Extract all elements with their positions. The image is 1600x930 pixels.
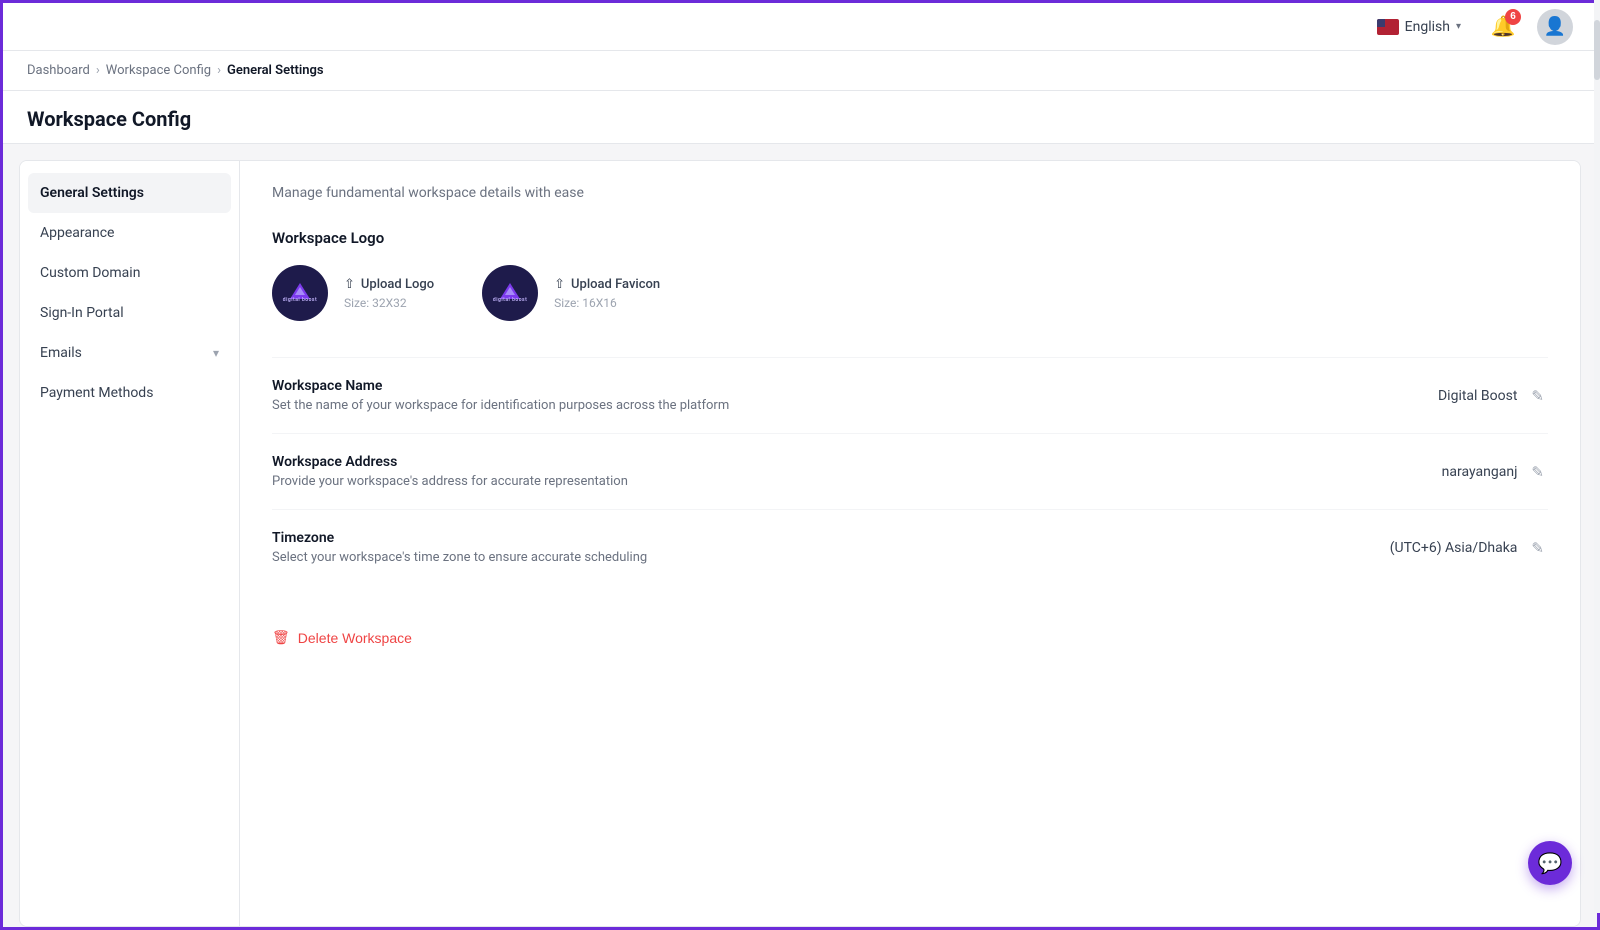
avatar-button[interactable]: 👤 — [1537, 9, 1573, 45]
content-description: Manage fundamental workspace details wit… — [272, 185, 1548, 201]
logo-section: digital boost ⇧ Upload Logo Size: 32X32 — [272, 265, 1548, 321]
sidebar-item-signin-portal[interactable]: Sign-In Portal — [20, 293, 239, 333]
timezone-label: Timezone — [272, 530, 647, 546]
timezone-edit-button[interactable]: ✎ — [1527, 535, 1548, 561]
workspace-name-desc: Set the name of your workspace for ident… — [272, 398, 729, 413]
workspace-name-value: Digital Boost — [1438, 388, 1517, 404]
workspace-name-row: Workspace Name Set the name of your work… — [272, 357, 1548, 433]
workspace-address-desc: Provide your workspace's address for acc… — [272, 474, 628, 489]
delete-section: 🗑 Delete Workspace — [272, 609, 1548, 646]
workspace-address-row: Workspace Address Provide your workspace… — [272, 433, 1548, 509]
workspace-address-info: Workspace Address Provide your workspace… — [272, 454, 628, 489]
logo-section-title: Workspace Logo — [272, 229, 1548, 247]
main-layout: General Settings Appearance Custom Domai… — [19, 160, 1581, 927]
page-header: Workspace Config — [3, 91, 1597, 144]
sidebar-label-appearance: Appearance — [40, 225, 114, 241]
sidebar-item-appearance[interactable]: Appearance — [20, 213, 239, 253]
favicon-triangle-inner-icon — [505, 287, 515, 295]
sidebar-label-payment-methods: Payment Methods — [40, 385, 153, 401]
logo-circle: digital boost — [272, 265, 328, 321]
sidebar-label-custom-domain: Custom Domain — [40, 265, 140, 281]
sidebar-item-general-settings[interactable]: General Settings — [28, 173, 231, 213]
upload-icon: ⇧ — [344, 277, 355, 292]
sidebar-label-emails: Emails — [40, 345, 82, 361]
favicon-circle: digital boost — [482, 265, 538, 321]
breadcrumb-workspace-config[interactable]: Workspace Config — [106, 63, 211, 78]
logo-upload-item: digital boost ⇧ Upload Logo Size: 32X32 — [272, 265, 434, 321]
flag-us-icon — [1377, 19, 1399, 35]
logo-brand-text: digital boost — [283, 297, 317, 303]
workspace-name-info: Workspace Name Set the name of your work… — [272, 378, 729, 413]
page-title: Workspace Config — [27, 107, 1573, 131]
logo-graphic: digital boost — [283, 283, 317, 303]
chat-icon: 💬 — [1538, 851, 1563, 875]
favicon-graphic: digital boost — [493, 283, 527, 303]
favicon-upload-icon: ⇧ — [554, 277, 565, 292]
breadcrumb-general-settings: General Settings — [227, 63, 324, 78]
sidebar-label-general-settings: General Settings — [40, 185, 144, 201]
emails-chevron-icon: ▾ — [213, 346, 219, 360]
language-label: English — [1405, 19, 1450, 35]
upload-logo-button[interactable]: ⇧ Upload Logo — [344, 277, 434, 292]
timezone-info: Timezone Select your workspace's time zo… — [272, 530, 647, 565]
trash-icon: 🗑 — [272, 629, 290, 646]
notification-button[interactable]: 🔔 6 — [1485, 9, 1521, 45]
workspace-address-value: narayanganj — [1442, 464, 1518, 480]
upload-logo-label: Upload Logo — [361, 277, 434, 292]
edit-icon: ✎ — [1531, 387, 1544, 405]
workspace-name-edit-button[interactable]: ✎ — [1527, 383, 1548, 409]
delete-workspace-button[interactable]: 🗑 Delete Workspace — [272, 629, 412, 646]
timezone-desc: Select your workspace's time zone to ens… — [272, 550, 647, 565]
upload-favicon-button[interactable]: ⇧ Upload Favicon — [554, 277, 660, 292]
workspace-address-value-area: narayanganj ✎ — [1348, 459, 1548, 485]
breadcrumb: Dashboard › Workspace Config › General S… — [3, 51, 1597, 91]
favicon-brand-text: digital boost — [493, 297, 527, 303]
workspace-name-label: Workspace Name — [272, 378, 729, 394]
sidebar-item-payment-methods[interactable]: Payment Methods — [20, 373, 239, 413]
timezone-edit-icon: ✎ — [1531, 539, 1544, 557]
notification-badge: 6 — [1505, 9, 1521, 25]
upload-favicon-label: Upload Favicon — [571, 277, 660, 292]
sidebar: General Settings Appearance Custom Domai… — [20, 161, 240, 926]
address-edit-icon: ✎ — [1531, 463, 1544, 481]
breadcrumb-sep-1: › — [96, 63, 100, 78]
workspace-address-edit-button[interactable]: ✎ — [1527, 459, 1548, 485]
sidebar-item-custom-domain[interactable]: Custom Domain — [20, 253, 239, 293]
chat-bubble-button[interactable]: 💬 — [1528, 841, 1572, 885]
timezone-row: Timezone Select your workspace's time zo… — [272, 509, 1548, 585]
logo-upload-info: ⇧ Upload Logo Size: 32X32 — [344, 277, 434, 310]
user-icon: 👤 — [1544, 16, 1566, 37]
favicon-size-label: Size: 16X16 — [554, 296, 660, 310]
sidebar-label-signin-portal: Sign-In Portal — [40, 305, 124, 321]
breadcrumb-dashboard[interactable]: Dashboard — [27, 63, 90, 78]
timezone-value-area: (UTC+6) Asia/Dhaka ✎ — [1348, 535, 1548, 561]
favicon-upload-item: digital boost ⇧ Upload Favicon Size: 16X… — [482, 265, 660, 321]
language-selector[interactable]: English ▾ — [1369, 15, 1469, 39]
lang-chevron-icon: ▾ — [1456, 21, 1461, 32]
logo-triangle-inner-icon — [295, 287, 305, 295]
delete-label: Delete Workspace — [298, 630, 412, 646]
content-area: Manage fundamental workspace details wit… — [240, 161, 1580, 926]
workspace-name-value-area: Digital Boost ✎ — [1348, 383, 1548, 409]
workspace-address-label: Workspace Address — [272, 454, 628, 470]
logo-size-label: Size: 32X32 — [344, 296, 434, 310]
timezone-value: (UTC+6) Asia/Dhaka — [1390, 540, 1518, 556]
sidebar-item-emails[interactable]: Emails ▾ — [20, 333, 239, 373]
breadcrumb-sep-2: › — [217, 63, 221, 78]
favicon-upload-info: ⇧ Upload Favicon Size: 16X16 — [554, 277, 660, 310]
topbar: English ▾ 🔔 6 👤 — [3, 3, 1597, 51]
